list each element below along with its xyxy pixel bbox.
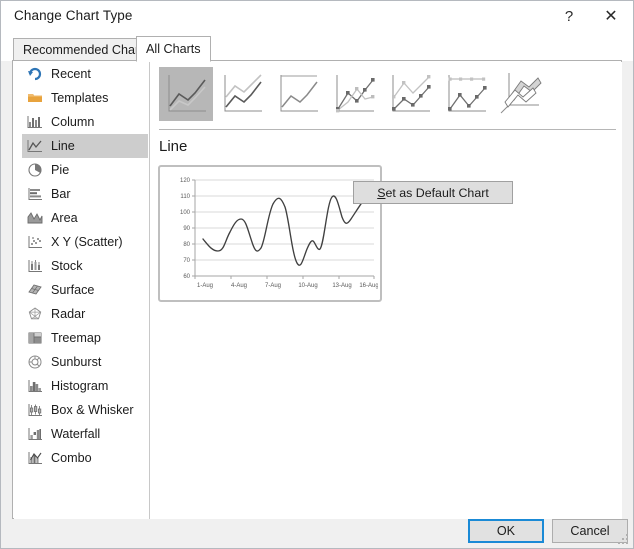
sidebar-item-label: Histogram <box>51 379 109 393</box>
cancel-button[interactable]: Cancel <box>552 519 628 543</box>
sidebar-item-label: Recent <box>51 67 91 81</box>
sidebar-item-pie[interactable]: Pie <box>22 158 148 182</box>
sidebar-item-recent[interactable]: Recent <box>22 62 148 86</box>
sidebar-item-label: Area <box>51 211 78 225</box>
surface-icon <box>22 280 48 300</box>
chart-preview-svg: 120 110 100 90 80 70 60 1-Aug 4-Aug 7-Au… <box>162 169 378 298</box>
chart-category-list[interactable]: Recent Templates Column Line Pie Bar Are… <box>14 62 149 519</box>
sidebar-item-label: Sunburst <box>51 355 102 369</box>
svg-text:4-Aug: 4-Aug <box>231 283 247 289</box>
sidebar-item-surface[interactable]: Surface <box>22 278 148 302</box>
svg-text:16-Aug: 16-Aug <box>359 283 378 289</box>
svg-text:120: 120 <box>180 178 191 184</box>
sidebar-item-label: Column <box>51 115 95 129</box>
set-as-default-chart-menu-item[interactable]: Set as Default Chart <box>353 181 513 204</box>
thumb-stacked-line[interactable] <box>215 67 269 121</box>
chart-subtype-thumbnails <box>159 67 619 125</box>
sidebar-item-label: Bar <box>51 187 71 201</box>
sidebar-item-treemap[interactable]: Treemap <box>22 326 148 350</box>
gallery-separator <box>159 129 616 130</box>
chart-gallery-pane: Line 120 110 100 90 80 70 60 1-Aug 4-Aug… <box>150 62 622 519</box>
line-icon <box>22 136 48 156</box>
sidebar-item-label: Stock <box>51 259 83 273</box>
sidebar-item-templates[interactable]: Templates <box>22 86 148 110</box>
area-icon <box>22 208 48 228</box>
sidebar-item-bar[interactable]: Bar <box>22 182 148 206</box>
chart-preview[interactable]: 120 110 100 90 80 70 60 1-Aug 4-Aug 7-Au… <box>158 165 382 302</box>
sidebar-item-label: Surface <box>51 283 95 297</box>
sidebar-item-radar[interactable]: Radar <box>22 302 148 326</box>
bar-icon <box>22 184 48 204</box>
svg-text:13-Aug: 13-Aug <box>332 283 351 289</box>
thumb-stacked-line-with-markers[interactable] <box>383 67 437 121</box>
svg-text:7-Aug: 7-Aug <box>265 283 281 289</box>
sidebar-item-label: Box & Whisker <box>51 403 134 417</box>
thumb-line[interactable] <box>159 67 213 121</box>
resize-grip[interactable] <box>618 534 630 546</box>
svg-text:110: 110 <box>180 194 190 200</box>
sidebar-item-scatter[interactable]: X Y (Scatter) <box>22 230 148 254</box>
ok-button[interactable]: OK <box>468 519 544 543</box>
svg-text:1-Aug: 1-Aug <box>197 283 213 289</box>
thumb-line-with-markers[interactable] <box>327 67 381 121</box>
sidebar-item-column[interactable]: Column <box>22 110 148 134</box>
sidebar-item-label: Pie <box>51 163 70 177</box>
svg-text:80: 80 <box>183 242 190 248</box>
svg-text:100: 100 <box>180 210 191 216</box>
help-icon[interactable]: ? <box>551 1 587 31</box>
tab-all-charts[interactable]: All Charts <box>136 36 211 62</box>
templates-icon <box>22 88 48 108</box>
tab-strip: Recommended Charts All Charts <box>1 32 633 62</box>
treemap-icon <box>22 328 48 348</box>
thumb-100-stacked-line-with-markers[interactable] <box>439 67 493 121</box>
sidebar-item-label: Combo <box>51 451 92 465</box>
stock-icon <box>22 256 48 276</box>
content-panel: Recent Templates Column Line Pie Bar Are… <box>12 60 622 519</box>
sidebar-item-line[interactable]: Line <box>22 134 148 158</box>
radar-icon <box>22 304 48 324</box>
sidebar-item-sunburst[interactable]: Sunburst <box>22 350 148 374</box>
svg-text:10-Aug: 10-Aug <box>298 283 317 289</box>
scatter-icon <box>22 232 48 252</box>
thumb-100-stacked-line[interactable] <box>271 67 325 121</box>
close-icon[interactable]: ✕ <box>593 1 629 31</box>
change-chart-type-dialog: Change Chart Type ? ✕ Recommended Charts… <box>0 0 634 549</box>
histogram-icon <box>22 376 48 396</box>
sidebar-item-combo[interactable]: Combo <box>22 446 148 470</box>
title-bar: Change Chart Type ? ✕ <box>1 1 633 32</box>
sidebar-item-label: Templates <box>51 91 109 105</box>
sidebar-item-box-whisker[interactable]: Box & Whisker <box>22 398 148 422</box>
dialog-title: Change Chart Type <box>14 8 133 23</box>
sidebar-item-histogram[interactable]: Histogram <box>22 374 148 398</box>
recent-icon <box>22 64 48 84</box>
sidebar-item-label: Treemap <box>51 331 101 345</box>
waterfall-icon <box>22 424 48 444</box>
thumb-3d-line[interactable] <box>495 67 549 121</box>
gallery-section-title: Line <box>159 138 188 155</box>
svg-text:90: 90 <box>183 226 190 232</box>
column-icon <box>22 112 48 132</box>
sunburst-icon <box>22 352 48 372</box>
sidebar-item-label: Radar <box>51 307 86 321</box>
sidebar-item-area[interactable]: Area <box>22 206 148 230</box>
sidebar-item-label: Line <box>51 139 75 153</box>
sidebar-item-label: Waterfall <box>51 427 101 441</box>
svg-text:70: 70 <box>183 258 190 264</box>
sidebar-item-waterfall[interactable]: Waterfall <box>22 422 148 446</box>
svg-text:60: 60 <box>183 274 190 280</box>
sidebar-item-label: X Y (Scatter) <box>51 235 123 249</box>
combo-icon <box>22 448 48 468</box>
pie-icon <box>22 160 48 180</box>
set-as-default-chart-label: Set as Default Chart <box>377 185 489 200</box>
box-whisker-icon <box>22 400 48 420</box>
sidebar-item-stock[interactable]: Stock <box>22 254 148 278</box>
